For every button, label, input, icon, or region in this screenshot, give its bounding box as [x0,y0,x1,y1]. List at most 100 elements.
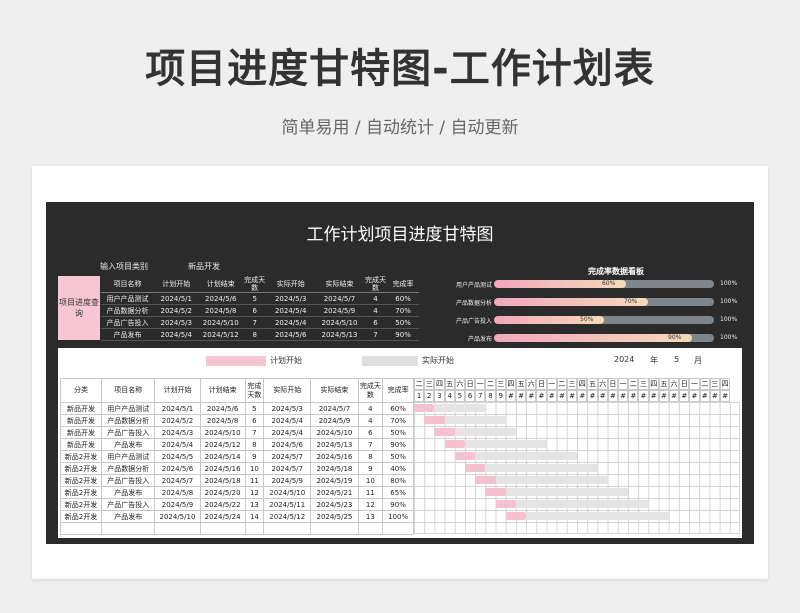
table-cell: 用户产品测试 [101,450,156,463]
gantt-day-cell: # [526,390,537,402]
table-cell: 2024/5/8 [199,414,246,427]
gantt-weekday-cell: 日 [536,378,547,390]
table-cell: 2024/5/25 [310,510,359,523]
progress-track: 70% [494,298,714,306]
kanban-row: 产品数据分析 70% 100% [426,296,746,308]
table-row: 新品开发 产品数据分析 2024/5/2 2024/5/8 6 2024/5/4 2024/… [59,414,414,427]
gantt-chart: 二三四五六日一二三四五六日一二三四五六日一二三四五六日一二三四 12345678… [414,378,740,534]
table-cell: 70% [382,414,414,427]
table-cell: 10 [244,462,265,475]
gantt-actual-bar [434,404,486,412]
gantt-day-cell: # [689,390,700,402]
table-cell: 80% [382,474,414,487]
table-cell: 60% [382,402,414,415]
table-cell: 新品2开发 [59,462,103,475]
table-cell: 8 [357,450,384,463]
gantt-weekday-cell: 五 [587,378,598,390]
gantt-day-cell: # [577,390,588,402]
table-cell: 2024/5/22 [199,498,246,511]
table-cell [310,522,359,535]
progress-percent: 60% [602,280,616,287]
column-header: 分类 [59,378,103,403]
table-cell: 2024/5/21 [310,486,359,499]
table-cell: 2024/5/4 [154,438,201,451]
table-cell: 用户产品测试 [101,292,154,305]
task-table: 分类 项目名称 计划开始 计划结束 完成天数 实际开始 实际结束 完成天数 完成率 新品开发 用户… [59,378,414,535]
gantt-day-cell: # [618,390,629,402]
table-cell: 2024/5/2 [153,304,199,317]
gantt-actual-bar [495,476,608,484]
table-cell: 90% [382,438,414,451]
table-cell: 2024/5/20 [199,486,246,499]
column-header: 项目名称 [101,378,156,403]
table-cell: 2024/5/4 [263,414,312,427]
kanban-label: 产品数据分析 [455,300,492,307]
progress-track: 90% [494,334,714,342]
table-cell: 4 [357,402,384,415]
progress-fill [494,334,692,342]
gantt-actual-bar [444,416,506,424]
gantt-day-cell: # [567,390,578,402]
gantt-actual-bar [465,440,547,448]
gantt-day-cell: # [658,390,669,402]
table-cell: 7 [244,426,265,439]
table-cell: 2024/5/14 [199,450,246,463]
table-cell: 6 [363,316,388,329]
table-cell: 2024/5/4 [266,304,316,317]
table-cell [59,522,103,535]
table-cell: 8 [243,328,267,341]
table-cell: 产品发布 [101,328,154,341]
year-unit: 年 [650,356,658,365]
gantt-day-cell: # [720,390,731,402]
gantt-weekday-cell: 一 [546,378,557,390]
month-unit: 月 [694,356,702,365]
kanban-label: 产品发布 [467,336,492,343]
legend-actual-swatch [362,356,418,366]
category-input[interactable]: 新品开发 [188,261,220,272]
month-input[interactable]: 5 [674,355,679,364]
table-cell: 2024/5/5 [154,450,201,463]
table-cell: 产品发布 [101,438,156,451]
table-cell: 6 [357,426,384,439]
gantt-day-cell: # [648,390,659,402]
gantt-plan-bar [434,428,455,436]
gantt-actual-bar [526,512,669,520]
gantt-day-cell: 7 [475,390,486,402]
table-row: 用户产品测试 2024/5/1 2024/5/6 5 2024/5/3 2024/5/7 4… [101,292,419,305]
gantt-day-cell: # [505,390,516,402]
column-header: 完成率 [387,276,419,293]
legend-plan-swatch [206,356,266,366]
gantt-weekday-cell: 四 [505,378,516,390]
gantt-day-cell: # [546,390,557,402]
gantt-weekday-cell: 三 [424,378,435,390]
gantt-weekday-cell: 二 [699,378,710,390]
gantt-weekday-cell: 六 [597,378,608,390]
year-input[interactable]: 2024 [614,355,634,364]
table-cell: 6 [243,304,267,317]
table-cell: 新品2开发 [59,498,103,511]
table-cell: 2024/5/9 [154,498,201,511]
table-cell: 2024/5/10 [263,486,312,499]
progress-track: 50% [494,316,714,324]
gantt-day-cell: # [709,390,720,402]
summary-table: 项目名称 计划开始 计划结束 完成天数 实际开始 实际结束 完成天数 完成率 用户产品测试 20… [101,276,419,341]
gantt-weekday-cell: 日 [607,378,618,390]
kanban-row: 产品发布 90% 100% [426,332,746,344]
column-header: 完成天数 [244,378,265,403]
table-cell: 新品开发 [59,438,103,451]
column-header: 完成天数 [243,276,267,293]
table-cell: 2024/5/3 [153,316,199,329]
table-row: 新品2开发 用户产品测试 2024/5/5 2024/5/14 9 2024/5/7 202… [59,450,414,463]
progress-max: 100% [720,280,738,287]
gantt-plan-bar [414,404,435,412]
column-header: 计划结束 [199,378,246,403]
column-header: 项目名称 [101,276,154,293]
table-row: 新品2开发 产品发布 2024/5/10 2024/5/24 14 2024/5/12 20… [59,510,414,523]
table-cell [101,522,156,535]
table-cell: 2024/5/12 [198,328,244,341]
gantt-weekday-cell: 二 [628,378,639,390]
gantt-day-cell: 1 [414,390,425,402]
progress-track: 60% [494,280,714,288]
table-cell: 40% [382,462,414,475]
table-cell: 2024/5/7 [263,462,312,475]
